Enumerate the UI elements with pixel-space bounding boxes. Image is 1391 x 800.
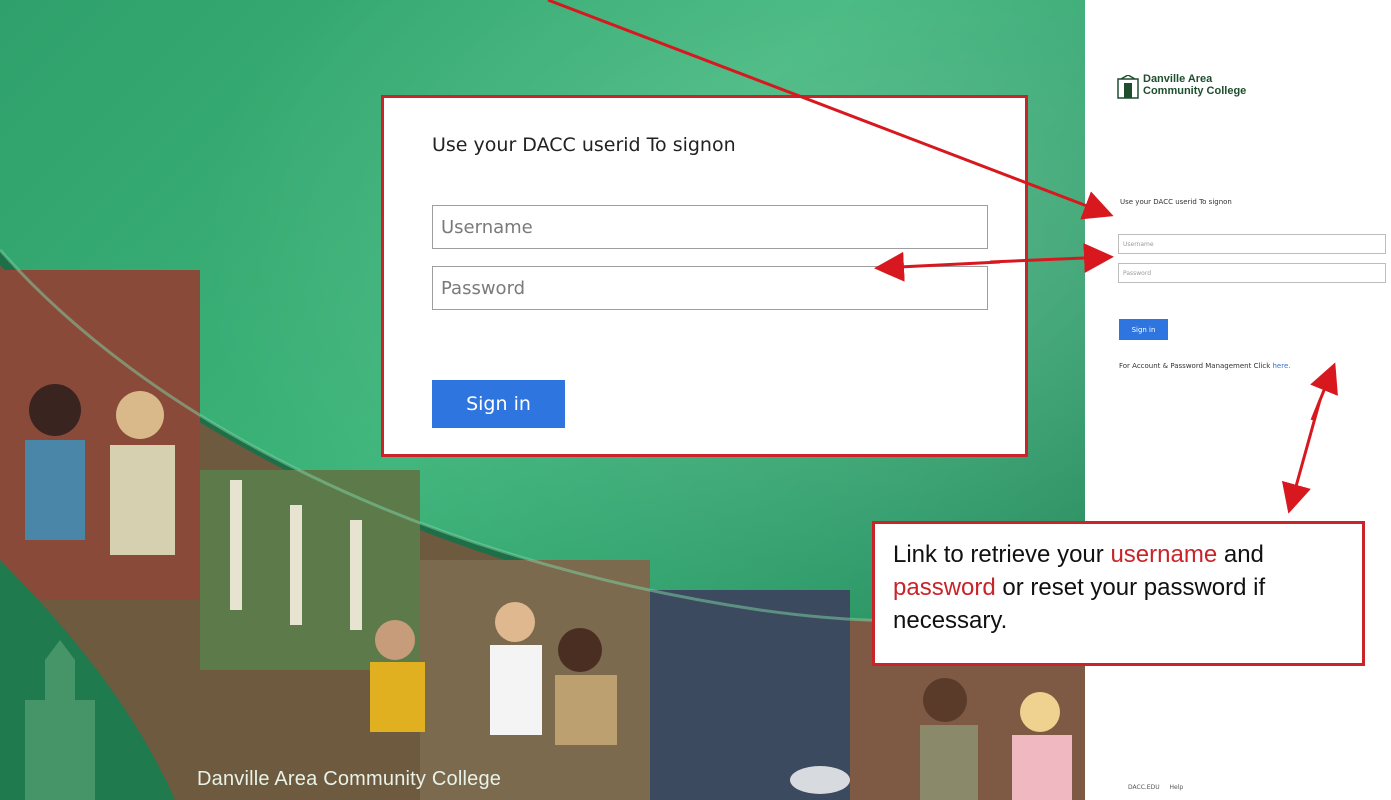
- account-management-label: For Account & Password Management Click: [1119, 362, 1273, 370]
- zoomed-username-input[interactable]: [432, 205, 988, 249]
- annotation-password-word: password: [893, 574, 996, 601]
- footer-link-dacc[interactable]: DACC.EDU: [1128, 784, 1160, 791]
- password-input[interactable]: [1118, 263, 1386, 283]
- college-logo: Danville Area Community College: [1117, 73, 1257, 103]
- annotation-text-1: Link to retrieve your: [893, 541, 1111, 568]
- footer-link-help[interactable]: Help: [1170, 784, 1184, 791]
- zoomed-signin-callout: Use your DACC userid To signon Sign in: [381, 95, 1028, 457]
- annotation-callout: Link to retrieve your username and passw…: [872, 521, 1365, 666]
- zoomed-sign-in-button[interactable]: Sign in: [432, 380, 565, 428]
- zoomed-form-title: Use your DACC userid To signon: [432, 134, 736, 156]
- annotation-username-word: username: [1110, 541, 1218, 568]
- logo-text-line1: Danville Area: [1143, 73, 1213, 85]
- account-management-text: For Account & Password Management Click …: [1119, 362, 1291, 370]
- footer-links: DACC.EDU Help: [1128, 784, 1191, 791]
- college-logo-icon: [1117, 75, 1139, 99]
- arrow-link-up: [1310, 362, 1338, 421]
- college-name-banner: Danville Area Community College: [197, 768, 502, 790]
- sign-in-button[interactable]: Sign in: [1119, 319, 1168, 340]
- username-input[interactable]: [1118, 234, 1386, 254]
- zoomed-password-input[interactable]: [432, 266, 988, 310]
- logo-text-line2: Community College: [1143, 85, 1247, 97]
- annotation-text-2: and: [1217, 541, 1264, 568]
- signin-form-title: Use your DACC userid To signon: [1120, 198, 1232, 206]
- account-management-link[interactable]: here.: [1273, 362, 1291, 370]
- arrow-link-down: [1281, 399, 1322, 514]
